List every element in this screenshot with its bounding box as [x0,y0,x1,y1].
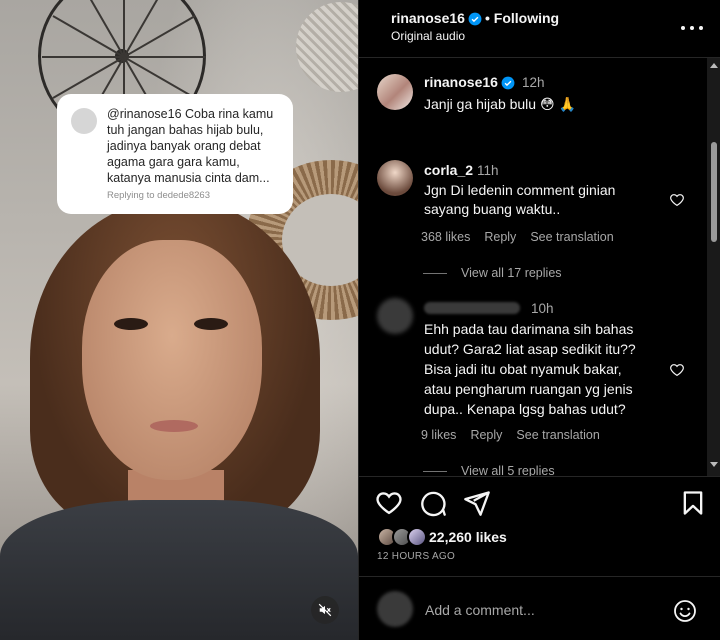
view-replies[interactable]: View all 17 replies [423,266,562,280]
like-comment-heart-icon[interactable] [669,362,685,378]
reply-avatar [71,108,97,134]
comments-list[interactable]: rinanose16 12h Janji ga hijab bulu 😳 🙏 c… [359,58,707,476]
person-lips [150,420,198,432]
comment-avatar[interactable] [377,160,413,196]
comment-text-line: sayang buang waktu.. [424,201,561,217]
reply-button[interactable]: Reply [470,428,502,442]
save-bookmark-icon[interactable] [679,489,707,517]
comment-likes[interactable]: 9 likes [421,428,456,442]
emoji-smiley-icon[interactable] [673,599,697,623]
view-replies[interactable]: View all 5 replies [423,464,555,476]
comment-text-line: Bisa jadi itu obat nyamuk bakar, [424,361,622,377]
comment-text-line: Ehh pada tau darimana sih bahas [424,321,634,337]
like-comment-heart-icon[interactable] [669,192,685,208]
view-replies-label[interactable]: View all 5 replies [461,464,555,476]
see-translation-link[interactable]: See translation [530,230,613,244]
liker-avatar[interactable] [407,527,427,547]
post-timestamp: 12 HOURS AGO [377,551,456,562]
like-heart-icon[interactable] [375,489,403,517]
comment-meta: 9 likes Reply See translation [421,428,600,442]
following-button[interactable]: • Following [485,10,559,26]
view-replies-label[interactable]: View all 17 replies [461,266,562,280]
person-shirt [0,500,358,640]
add-comment-input[interactable] [425,599,655,621]
likes-count[interactable]: 22,260 likes [429,529,507,545]
original-audio-link[interactable]: Original audio [391,29,465,43]
caption-text: Janji ga hijab bulu 😳 🙏 [424,96,576,112]
comments-scrollbar[interactable] [707,58,720,476]
comment-bubble-icon[interactable] [419,489,447,517]
comment-time: 10h [531,301,554,316]
scroll-up-arrow-icon[interactable] [710,63,718,68]
reply-comment-text: @rinanose16 Coba rina kamu tuh jangan ba… [107,107,274,185]
reel-video[interactable]: @rinanose16 Coba rina kamu tuh jangan ba… [0,0,358,640]
person-eye-right [194,318,228,330]
person-face [82,240,262,480]
comment-composer [359,576,720,640]
person-eye-left [114,318,148,330]
caption-time: 12h [522,75,545,90]
comment-avatar[interactable] [377,298,413,334]
reply-button[interactable]: Reply [484,230,516,244]
mute-button[interactable] [311,596,339,624]
more-options-icon[interactable] [681,18,703,38]
post-panel: rinanose16 • Following Original audio ri… [358,0,720,640]
replies-divider [423,470,447,472]
scroll-down-arrow-icon[interactable] [710,462,718,467]
comment-text-line: atau pengharum ruangan yg jenis [424,381,633,397]
scrollbar-thumb[interactable] [711,142,717,242]
replying-to-label: Replying to dedede8263 [107,190,211,201]
replies-divider [423,272,447,274]
reply-comment-card: @rinanose16 Coba rina kamu tuh jangan ba… [57,94,293,214]
verified-badge-icon [501,76,515,90]
comment-username-blurred [424,302,520,314]
post-header: rinanose16 • Following Original audio [359,0,720,58]
header-username[interactable]: rinanose16 [391,10,465,26]
comment-username[interactable]: corla_2 [424,162,473,178]
caption-avatar[interactable] [377,74,413,110]
post-actions: 22,260 likes 12 HOURS AGO [359,476,720,576]
speaker-muted-icon [318,603,332,617]
comment-text-line: Jgn Di ledenin comment ginian [424,182,616,198]
caption-username[interactable]: rinanose16 [424,74,498,90]
share-paper-plane-icon[interactable] [463,489,491,517]
comment-time: 11h [477,163,499,178]
comment-text-line: dupa.. Kenapa lgsg bahas udut? [424,401,626,417]
verified-badge-icon [468,12,482,26]
current-user-avatar [377,591,413,627]
see-translation-link[interactable]: See translation [516,428,599,442]
comment-meta: 368 likes Reply See translation [421,230,614,244]
comment-text-line: udut? Gara2 liat asap sedikit itu?? [424,341,636,357]
comment-likes[interactable]: 368 likes [421,230,470,244]
